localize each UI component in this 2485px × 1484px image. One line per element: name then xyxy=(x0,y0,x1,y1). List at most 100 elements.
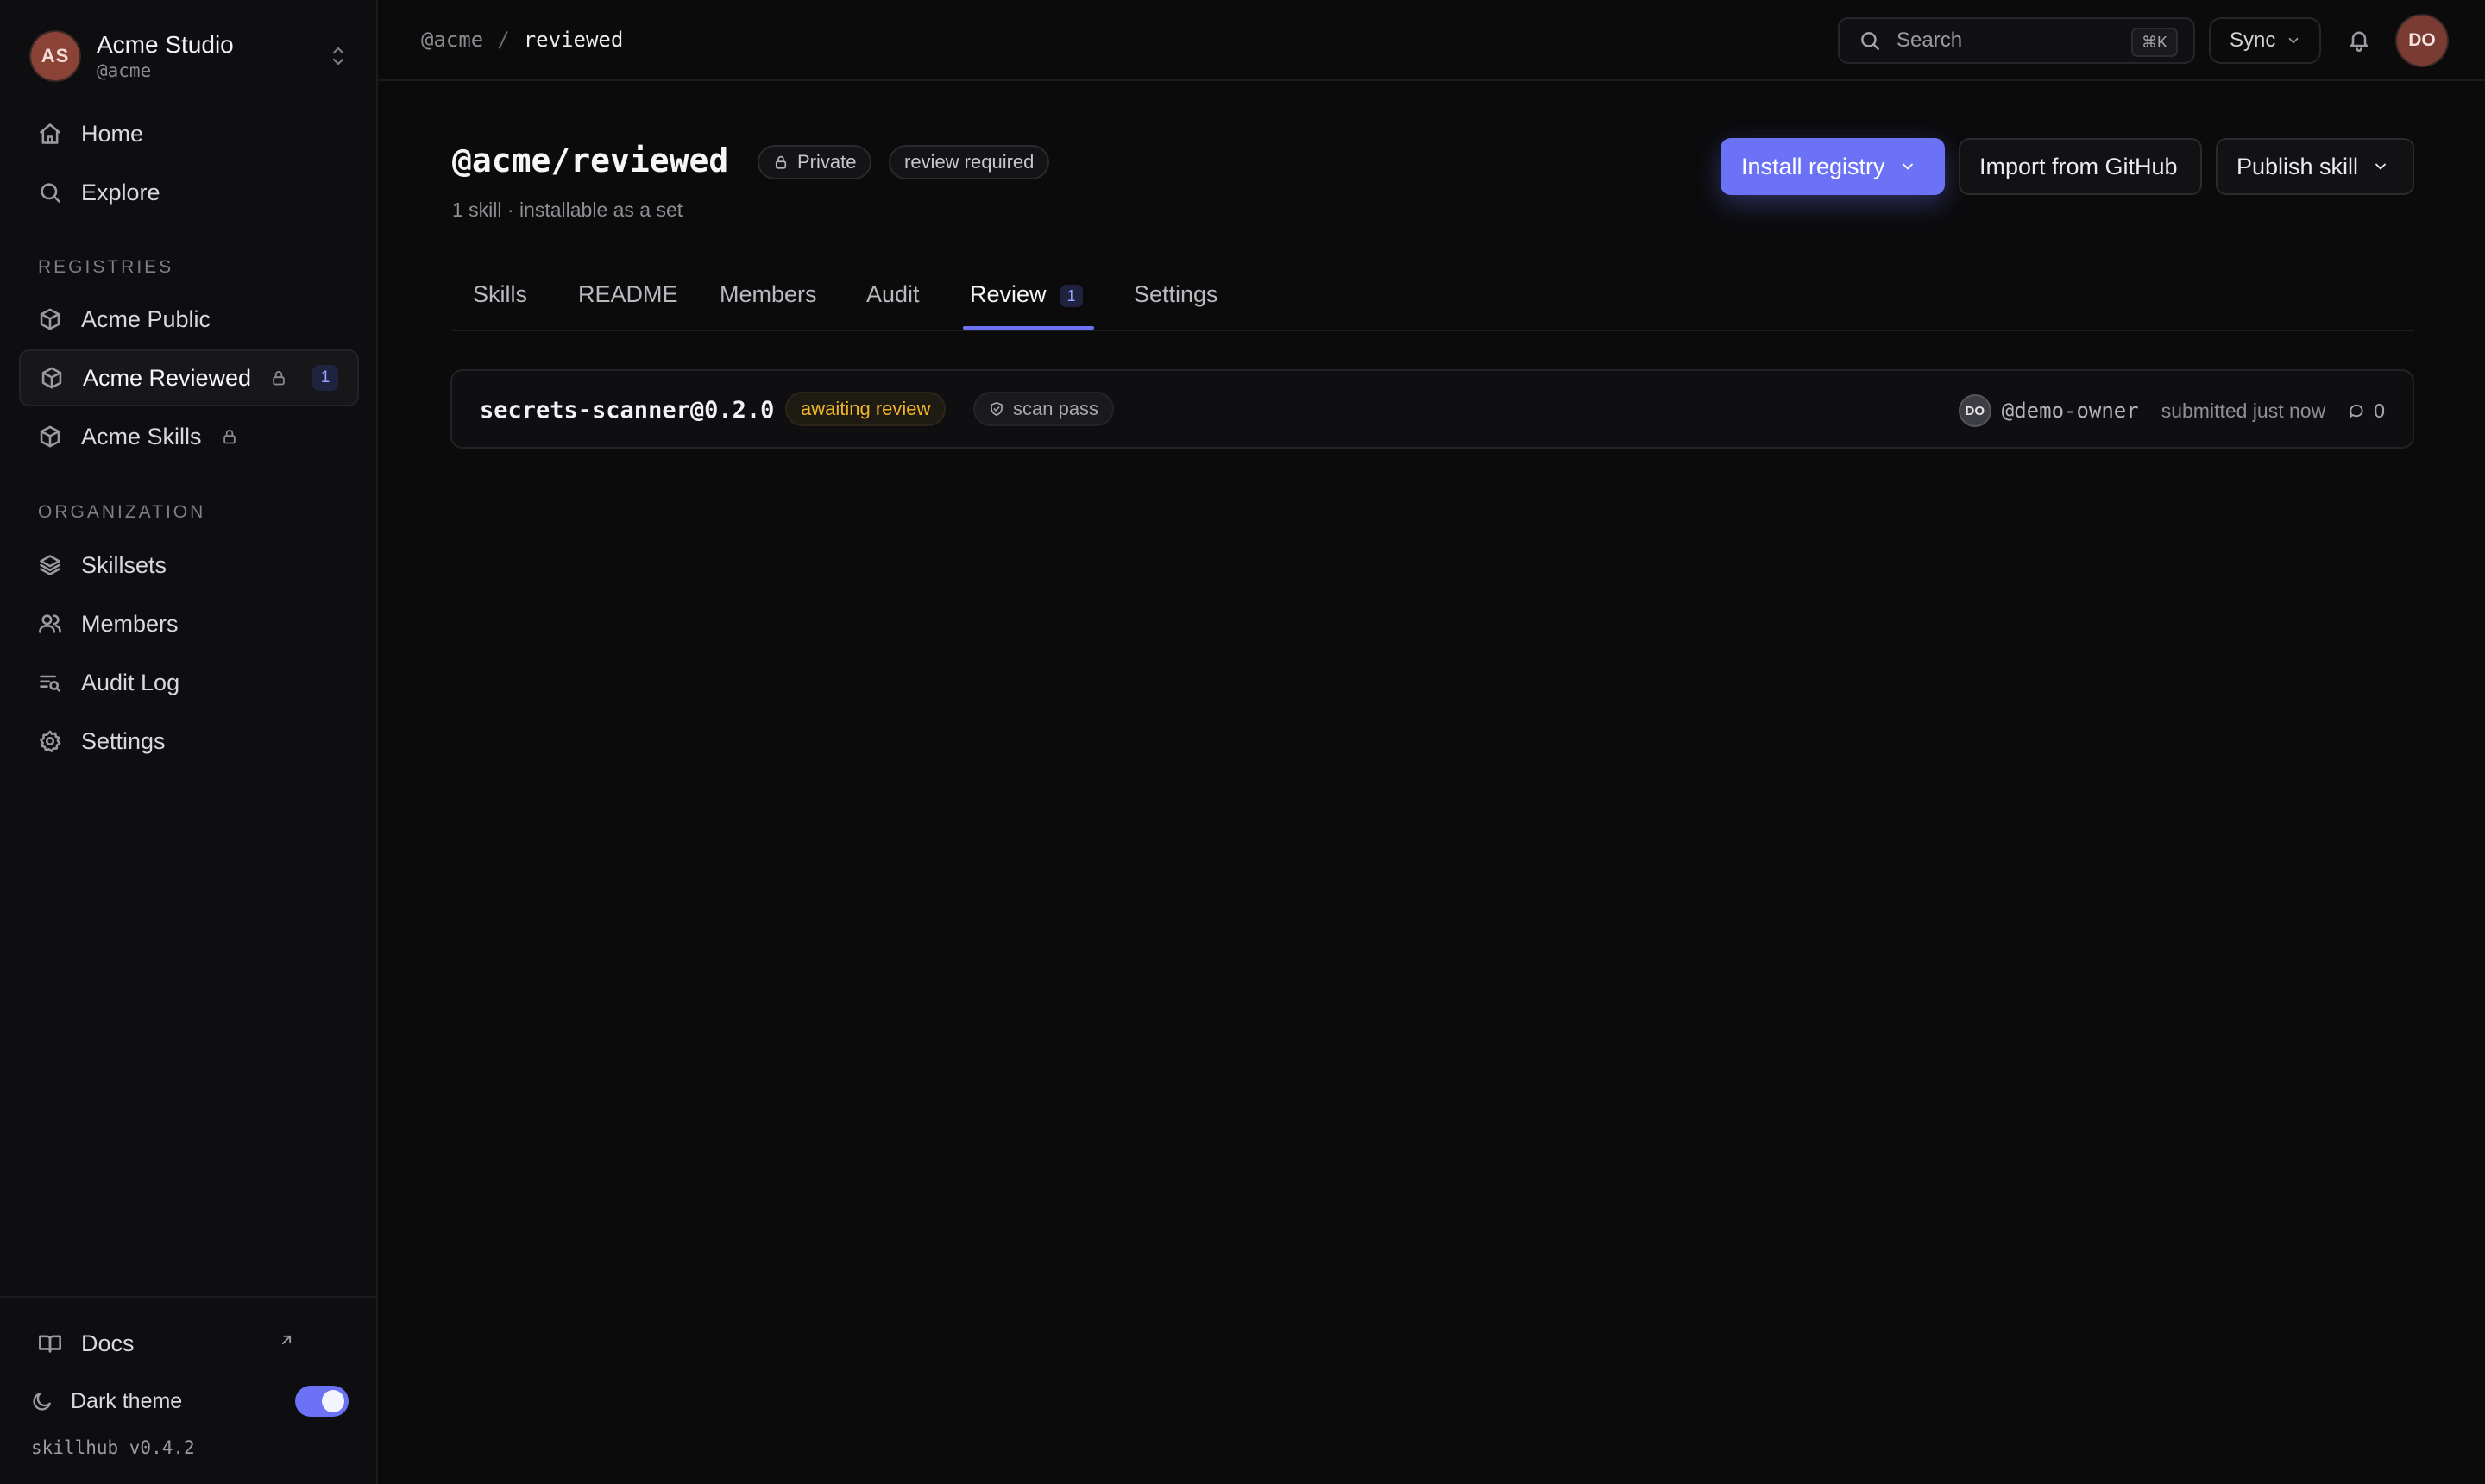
package-icon xyxy=(38,424,62,449)
chevrons-up-down-icon xyxy=(328,43,349,69)
pending-count-badge: 1 xyxy=(312,365,338,391)
organization-section-label: ORGANIZATION xyxy=(38,502,206,522)
sidebar-item-acme-reviewed[interactable]: Acme Reviewed 1 xyxy=(19,349,359,406)
tab-settings[interactable]: Settings xyxy=(1134,281,1218,328)
scan-label: scan pass xyxy=(1013,398,1099,419)
review-status-badge: awaiting review xyxy=(785,392,947,426)
docs-label: Docs xyxy=(81,1330,135,1356)
tab-label: Skills xyxy=(473,281,528,307)
docs-link[interactable]: Docs xyxy=(19,1315,359,1372)
owner-avatar: DO xyxy=(1958,394,1991,427)
visibility-label: Private xyxy=(797,151,857,173)
chevron-down-icon xyxy=(2286,33,2301,48)
comment-count-value: 0 xyxy=(2374,399,2385,422)
sidebar-item-label: Skillsets xyxy=(81,551,167,578)
sidebar-item-acme-skills[interactable]: Acme Skills xyxy=(19,408,359,465)
lock-icon xyxy=(270,369,287,387)
scan-status-badge: scan pass xyxy=(973,392,1115,426)
import-from-github-button[interactable]: Import from GitHub xyxy=(1959,138,2202,195)
breadcrumb: @acme / reviewed xyxy=(421,28,623,52)
tab-audit[interactable]: Audit xyxy=(866,281,920,328)
user-avatar[interactable]: DO xyxy=(2397,16,2447,66)
app-version: skillhub v0.4.2 xyxy=(31,1437,195,1458)
search-shortcut: ⌘K xyxy=(2130,28,2178,57)
skill-version[interactable]: secrets-scanner@0.2.0 xyxy=(480,397,774,424)
sidebar-item-acme-public[interactable]: Acme Public xyxy=(19,291,359,348)
owner-handle[interactable]: @demo-owner xyxy=(2002,399,2139,423)
policy-label: review required xyxy=(904,151,1035,173)
sidebar-item-label: Acme Skills xyxy=(81,423,202,450)
sidebar-divider xyxy=(0,1296,376,1298)
nav-explore[interactable]: Explore xyxy=(19,164,359,221)
toggle-knob xyxy=(322,1390,344,1412)
lock-icon xyxy=(773,154,789,170)
tab-label: README xyxy=(578,281,678,307)
nav-home[interactable]: Home xyxy=(19,105,359,162)
comment-icon xyxy=(2348,402,2365,419)
sidebar-item-skillsets[interactable]: Skillsets xyxy=(19,537,359,594)
import-label: Import from GitHub xyxy=(1979,153,2178,179)
sidebar-item-label: Settings xyxy=(81,727,166,754)
nav-home-label: Home xyxy=(81,120,144,147)
search-icon xyxy=(38,180,62,204)
page-title: @acme/reviewed xyxy=(452,141,729,179)
org-handle: @acme xyxy=(97,60,152,81)
moon-icon xyxy=(31,1390,53,1412)
registry-tabs: Skills README Members Audit Review 1 Set… xyxy=(452,269,2414,331)
visibility-badge: Private xyxy=(758,145,872,179)
tab-readme[interactable]: README xyxy=(578,281,678,328)
registry-subtitle: 1 skill · installable as a set xyxy=(452,198,683,221)
submitted-time: submitted just now xyxy=(2161,399,2326,422)
theme-label: Dark theme xyxy=(71,1388,183,1413)
policy-badge: review required xyxy=(889,145,1050,179)
sync-label: Sync xyxy=(2230,28,2276,52)
tab-review[interactable]: Review 1 xyxy=(970,281,1083,328)
review-meta: DO @demo-owner submitted just now 0 xyxy=(1958,393,2385,428)
tab-label: Settings xyxy=(1134,281,1218,307)
registries-section-label: REGISTRIES xyxy=(38,257,174,277)
install-registry-button[interactable]: Install registry xyxy=(1721,138,1945,195)
package-icon xyxy=(38,307,62,331)
bell-icon[interactable] xyxy=(2347,28,2371,52)
gear-icon xyxy=(38,729,62,753)
search-placeholder: Search xyxy=(1897,28,1963,52)
sidebar-item-label: Audit Log xyxy=(81,669,180,695)
chevron-down-icon xyxy=(1899,158,1916,175)
search-icon xyxy=(1859,29,1881,52)
review-item[interactable]: secrets-scanner@0.2.0 awaiting review sc… xyxy=(450,369,2414,449)
tab-members[interactable]: Members xyxy=(720,281,817,328)
users-icon xyxy=(38,612,62,636)
sidebar-item-audit-log[interactable]: Audit Log xyxy=(19,654,359,711)
breadcrumb-separator: / xyxy=(497,28,510,52)
sidebar-item-settings[interactable]: Settings xyxy=(19,713,359,770)
lock-icon xyxy=(221,428,238,445)
sidebar: AS Acme Studio @acme Home Explore REGIST… xyxy=(0,0,378,1484)
tab-label: Members xyxy=(720,281,817,307)
org-switcher[interactable]: AS Acme Studio @acme xyxy=(31,31,349,81)
comment-count: 0 xyxy=(2348,399,2385,423)
book-open-icon xyxy=(38,1331,62,1355)
sync-dropdown[interactable]: Sync xyxy=(2209,17,2321,64)
home-icon xyxy=(38,122,62,146)
topbar: @acme / reviewed Search ⌘K Sync DO xyxy=(378,0,2485,81)
tab-label: Audit xyxy=(866,281,920,307)
breadcrumb-registry: reviewed xyxy=(523,28,624,52)
sidebar-item-label: Acme Reviewed xyxy=(83,364,252,391)
sidebar-item-label: Members xyxy=(81,610,179,637)
active-tab-indicator xyxy=(963,326,1094,330)
org-avatar: AS xyxy=(31,32,79,80)
chevron-down-icon xyxy=(2372,158,2389,175)
nav-explore-label: Explore xyxy=(81,179,160,205)
tab-skills[interactable]: Skills xyxy=(473,281,527,328)
search-input[interactable]: Search ⌘K xyxy=(1838,17,2195,64)
publish-skill-button[interactable]: Publish skill xyxy=(2216,138,2414,195)
publish-label: Publish skill xyxy=(2236,153,2359,179)
breadcrumb-org[interactable]: @acme xyxy=(421,28,483,52)
shield-check-icon xyxy=(989,401,1004,417)
layers-icon xyxy=(38,553,62,577)
review-count-badge: 1 xyxy=(1060,285,1083,307)
external-link-icon xyxy=(278,1331,302,1355)
dark-theme-toggle[interactable] xyxy=(295,1386,349,1417)
sidebar-item-members[interactable]: Members xyxy=(19,595,359,652)
tab-label: Review xyxy=(970,281,1047,307)
